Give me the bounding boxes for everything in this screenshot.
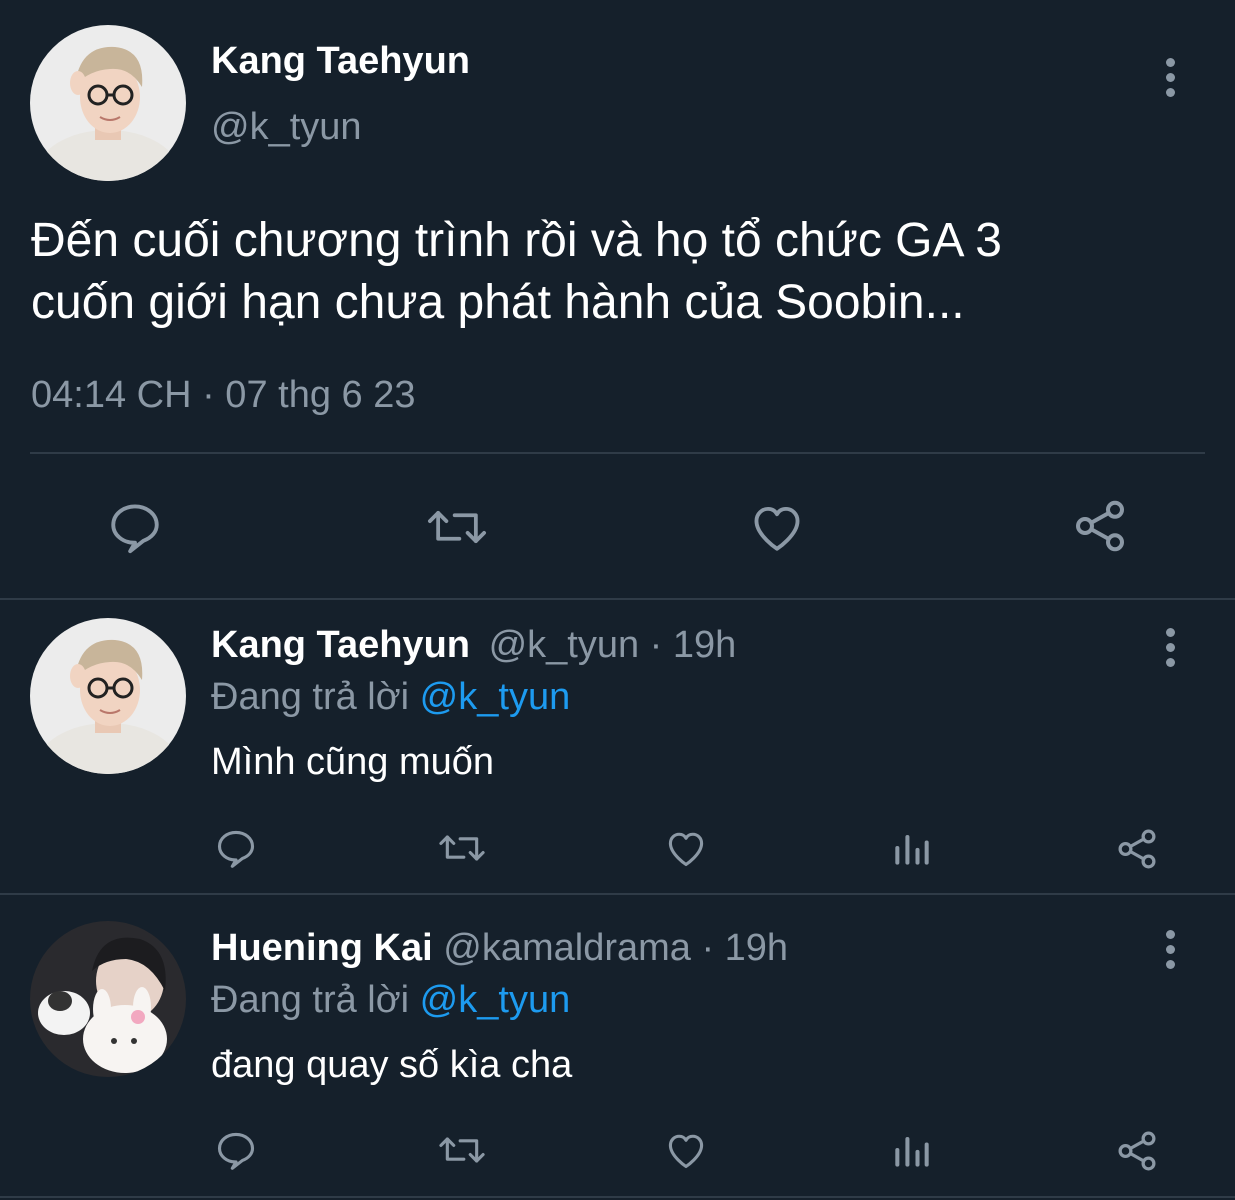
divider (0, 893, 1235, 895)
like-icon[interactable] (664, 1128, 708, 1172)
replying-to-label: Đang trả lời (211, 979, 410, 1021)
retweet-icon[interactable] (436, 826, 488, 870)
reply-avatar[interactable] (30, 921, 186, 1077)
reply-header: Huening Kai @kamaldrama · 19h (211, 927, 788, 970)
more-options-icon[interactable] (1166, 58, 1176, 103)
retweet-icon[interactable] (424, 498, 490, 556)
reply-text: đang quay số kìa cha (211, 1044, 573, 1086)
author-avatar[interactable] (30, 25, 186, 181)
divider (0, 598, 1235, 600)
author-name[interactable]: Kang Taehyun (211, 40, 470, 83)
more-options-icon[interactable] (1166, 628, 1176, 673)
replying-to: Đang trả lời @k_tyun (211, 676, 570, 719)
tweet-text: Đến cuối chương trình rồi và họ tổ chức … (31, 210, 1002, 334)
tweet-text-line: Đến cuối chương trình rồi và họ tổ chức … (31, 214, 1002, 267)
reply-author-name[interactable]: Kang Taehyun (211, 624, 470, 666)
analytics-icon[interactable] (890, 826, 934, 870)
reply-avatar[interactable] (30, 618, 186, 774)
tweet-timestamp[interactable]: 04:14 CH · 07 thg 6 23 (31, 374, 415, 417)
replying-to-link[interactable]: @k_tyun (420, 979, 571, 1021)
share-icon[interactable] (1114, 1128, 1160, 1174)
reply-icon[interactable] (214, 1128, 258, 1172)
analytics-icon[interactable] (890, 1128, 934, 1172)
reply-icon[interactable] (106, 498, 164, 556)
reply-handle-time[interactable]: @k_tyun · 19h (489, 624, 737, 666)
reply-handle-time[interactable]: @kamaldrama · 19h (443, 927, 788, 969)
divider (0, 1196, 1235, 1198)
reply-header: Kang Taehyun @k_tyun · 19h (211, 624, 736, 667)
divider (30, 452, 1205, 454)
replying-to: Đang trả lời @k_tyun (211, 979, 570, 1022)
reply-author-name[interactable]: Huening Kai (211, 927, 433, 969)
share-icon[interactable] (1114, 826, 1160, 872)
tweet-text-line: cuốn giới hạn chưa phát hành của Soobin.… (31, 276, 965, 329)
author-handle[interactable]: @k_tyun (211, 106, 362, 149)
share-icon[interactable] (1070, 496, 1130, 556)
replying-to-link[interactable]: @k_tyun (420, 676, 571, 718)
retweet-icon[interactable] (436, 1128, 488, 1172)
reply-icon[interactable] (214, 826, 258, 870)
replying-to-label: Đang trả lời (211, 676, 410, 718)
more-options-icon[interactable] (1166, 930, 1176, 975)
like-icon[interactable] (748, 498, 806, 556)
reply-text: Mình cũng muốn (211, 741, 495, 783)
like-icon[interactable] (664, 826, 708, 870)
